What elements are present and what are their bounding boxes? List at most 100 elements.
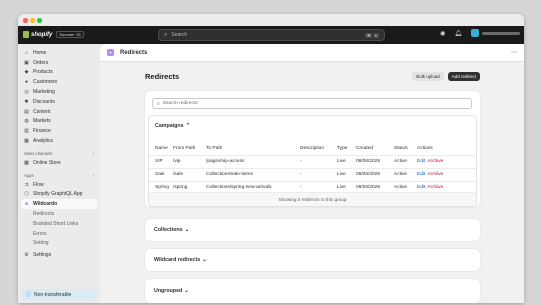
sidebar-item-marketing[interactable]: ◎ Marketing xyxy=(21,87,97,97)
archive-link[interactable]: Archive xyxy=(427,185,443,190)
global-search-input[interactable]: ⌕ Search ⌘ K xyxy=(158,29,385,41)
chevron-down-icon: ⌄ xyxy=(184,227,190,233)
column-header: Created xyxy=(356,145,374,151)
sidebar-item-label: Customers xyxy=(33,79,58,86)
sidebar-subitem-branded-short-links[interactable]: Branded Short Links xyxy=(21,219,97,229)
bank-icon: ▥ xyxy=(24,128,29,135)
apps-header[interactable]: Apps › xyxy=(21,171,97,180)
cell-actions: Edit Archive xyxy=(417,168,476,181)
add-redirect-button[interactable]: Add redirect xyxy=(447,72,480,81)
app-title: Redirects xyxy=(120,49,148,56)
sidebar-item-analytics[interactable]: ▦ Analytics xyxy=(21,136,97,146)
brand-name: shopify xyxy=(31,31,53,38)
close-window-dot[interactable] xyxy=(23,18,28,23)
maximize-window-dot[interactable] xyxy=(37,18,42,23)
bell-icon[interactable]: 🔔︎ xyxy=(454,30,462,37)
edit-link[interactable]: Edit xyxy=(417,185,425,190)
sidebar-item-discounts[interactable]: ✱ Discounts xyxy=(21,97,97,107)
topbar-actions: ◉ 🔔︎ xyxy=(440,29,520,37)
group-card-wildcard-redirects[interactable]: Wildcard redirects ⌄ xyxy=(145,249,480,271)
sidebar-item-label: Setting xyxy=(33,240,49,247)
sidebar-item-home[interactable]: ⌂ Home xyxy=(21,48,97,58)
admin-topbar: shopify Summer '25 ⌕ Search ⌘ K ◉ 🔔︎ xyxy=(18,26,524,44)
non-transferable-banner[interactable]: ⓘ Non-transferable xyxy=(22,289,97,300)
group-card-ungrouped[interactable]: Ungrouped ⌄ xyxy=(145,279,480,303)
sidebar-item-markets[interactable]: ◍ Markets xyxy=(21,117,97,127)
cell-from-path: /sale xyxy=(173,172,184,177)
sidebar-item-customers[interactable]: ● Customers xyxy=(21,77,97,87)
page-actions: Bulk upload Add redirect xyxy=(412,72,480,81)
section-title: Apps xyxy=(24,172,34,178)
sidebar-item-label: Analytics xyxy=(33,138,54,145)
sidebar-item-wildcardo[interactable]: ■ Wildcardo xyxy=(21,199,97,210)
chevron-right-icon: › xyxy=(92,150,94,156)
minimize-window-dot[interactable] xyxy=(30,18,35,23)
sidebar-subitem-setting[interactable]: Setting xyxy=(21,239,97,249)
wildcardo-app-icon: ✦ xyxy=(107,49,114,56)
group-title: Collections xyxy=(154,227,183,233)
column-header: To Path xyxy=(206,145,223,151)
cell-created: 08/06/2025 xyxy=(356,159,381,164)
group-header-campaigns[interactable]: Campaigns ⌃ xyxy=(149,116,476,136)
sidebar-subitem-redirects[interactable]: Redirects xyxy=(21,209,97,219)
cell-name: VIP xyxy=(155,159,163,164)
search-placeholder: Search xyxy=(171,32,188,38)
edit-link[interactable]: Edit xyxy=(417,159,425,164)
sidebar-item-settings[interactable]: ⚙︎ Settings xyxy=(21,250,97,260)
sidebar-item-label: Flow xyxy=(33,181,44,188)
content-icon: ▤ xyxy=(24,108,29,115)
banner-label: Non-transferable xyxy=(34,291,72,298)
search-shortcut: ⌘ K xyxy=(365,32,379,38)
sidebar-item-label: Errors xyxy=(33,230,47,237)
redirect-search-input[interactable]: ⌕ Search redirects xyxy=(152,98,472,109)
cell-type: Live xyxy=(337,159,346,164)
sidebar-subitem-errors[interactable]: Errors xyxy=(21,229,97,239)
sidebar-item-label: Wildcardo xyxy=(33,201,58,208)
chevron-up-icon: ⌃ xyxy=(185,123,191,129)
cell-from-path: /vip xyxy=(173,159,181,164)
discount-icon: ✱ xyxy=(24,98,29,105)
campaigns-group: Campaigns ⌃ Name From Path To Path Descr… xyxy=(148,115,477,207)
cell-description: - xyxy=(300,172,302,177)
target-icon: ◎ xyxy=(24,89,29,96)
group-card-collections[interactable]: Collections ⌄ xyxy=(145,219,480,241)
column-header: From Path xyxy=(173,145,196,151)
browser-window: shopify Summer '25 ⌕ Search ⌘ K ◉ 🔔︎ ⌂ Ho… xyxy=(18,14,524,303)
group-title: Campaigns xyxy=(155,123,184,129)
sidebar-item-label: Home xyxy=(33,49,47,56)
globe-icon: ◍ xyxy=(24,118,29,125)
sidebar-item-finance[interactable]: ▥ Finance xyxy=(21,126,97,136)
edit-link[interactable]: Edit xyxy=(417,172,425,177)
window-chrome xyxy=(18,14,524,26)
sidebar-item-label: Settings xyxy=(33,252,52,259)
page-header: Redirects Bulk upload Add redirect xyxy=(145,72,480,81)
sidebar-item-content[interactable]: ▤ Content xyxy=(21,107,97,117)
bulk-upload-button[interactable]: Bulk upload xyxy=(412,72,444,81)
home-icon: ⌂ xyxy=(24,49,29,56)
shortcut-key-cmd: ⌘ xyxy=(365,32,373,38)
sidebar-item-graphiql[interactable]: ⬡ Shopify GraphiQL App xyxy=(21,190,97,200)
sidebar-item-products[interactable]: ◆ Products xyxy=(21,68,97,78)
table-row: Sale /sale /collections/sale-items - Liv… xyxy=(149,168,476,181)
sidebar-item-label: Discounts xyxy=(33,98,55,105)
sidebar-item-label: Marketing xyxy=(33,89,55,96)
store-menu[interactable] xyxy=(471,29,520,37)
sidebar-item-online-store[interactable]: ▩ Online Store xyxy=(21,158,97,168)
chevron-down-icon: ⌄ xyxy=(184,288,189,294)
shopify-logo[interactable]: shopify Summer '25 xyxy=(23,31,84,38)
group-title: Wildcard redirects xyxy=(154,257,201,263)
sidekick-icon[interactable]: ◉ xyxy=(440,30,445,37)
redirects-table: Name From Path To Path Description Type … xyxy=(149,142,476,194)
sales-channels-header[interactable]: Sales channels › xyxy=(21,149,97,158)
sidebar: ⌂ Home ▣ Orders ◆ Products ● Customers ◎ Mark… xyxy=(18,44,100,303)
cell-status: Active xyxy=(394,172,408,177)
cell-to-path: /collections/sale-items xyxy=(206,172,253,177)
edition-badge: Summer '25 xyxy=(56,31,84,38)
sidebar-item-label: Redirects xyxy=(33,211,55,218)
sidebar-item-flow[interactable]: ⇉ Flow xyxy=(21,180,97,190)
sidebar-item-orders[interactable]: ▣ Orders xyxy=(21,58,97,68)
archive-link[interactable]: Archive xyxy=(427,172,443,177)
archive-link[interactable]: Archive xyxy=(427,159,443,164)
more-options-icon[interactable]: ⋯ xyxy=(511,49,517,56)
wildcardo-icon: ■ xyxy=(24,201,29,208)
